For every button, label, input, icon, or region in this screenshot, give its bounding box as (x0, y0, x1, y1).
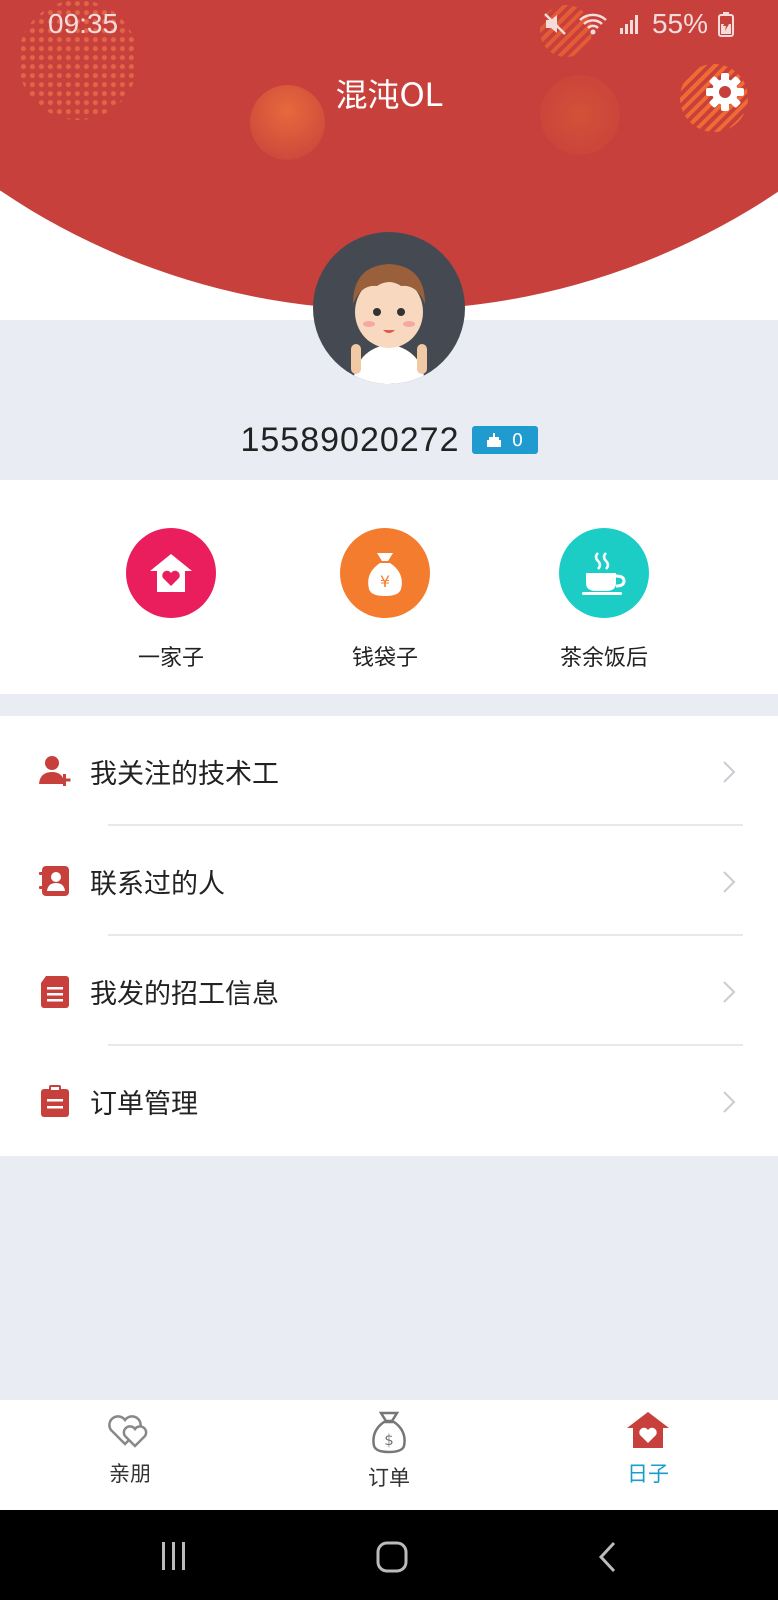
avatar-illustration (351, 264, 427, 384)
tab-label: 日子 (627, 1462, 669, 1486)
tab-friends[interactable]: 亲朋 (70, 1410, 190, 1488)
tab-label: 亲朋 (109, 1462, 151, 1486)
badge-count: 0 (511, 429, 524, 451)
recent-apps-icon[interactable] (158, 1540, 190, 1572)
menu-item-label: 我发的招工信息 (90, 979, 279, 1010)
status-bar: 09:35 55% (0, 0, 778, 50)
svg-text:¥: ¥ (380, 572, 390, 591)
contact-card-icon (39, 866, 69, 896)
svg-text:$: $ (384, 1431, 394, 1449)
menu-item-my-job-posts[interactable]: 我发的招工信息 (0, 936, 778, 1046)
profile-info: 15589020272 0 (0, 418, 778, 462)
status-icons: 55% (542, 8, 734, 40)
money-bag-icon: ¥ (340, 528, 430, 618)
battery-icon (718, 12, 734, 37)
document-icon (41, 976, 69, 1008)
menu-item-order-management[interactable]: 订单管理 (0, 1046, 778, 1156)
level-badge[interactable]: 0 (471, 426, 538, 454)
quick-link-label: 钱袋子 (351, 646, 418, 671)
system-nav-bar (0, 1510, 778, 1600)
gear-icon[interactable] (703, 70, 747, 114)
quick-links: 一家子 ¥ 钱袋子 茶余饭后 (0, 480, 778, 694)
mute-icon (544, 13, 566, 35)
tab-days[interactable]: 日子 (588, 1410, 708, 1488)
wifi-icon (579, 13, 607, 35)
back-icon[interactable] (596, 1540, 620, 1574)
chevron-right-icon (723, 981, 736, 1003)
coffee-cup-icon (559, 528, 649, 618)
menu-item-contacted[interactable]: 联系过的人 (0, 826, 778, 936)
quick-link-family[interactable]: 一家子 (81, 528, 261, 672)
money-bag-outline-icon: $ (372, 1411, 406, 1454)
avatar[interactable] (313, 232, 465, 384)
battery-percent: 55% (651, 8, 708, 39)
home-icon[interactable] (375, 1540, 409, 1574)
menu-item-label: 联系过的人 (90, 869, 225, 900)
page-title: 混沌OL (335, 76, 443, 114)
hearts-icon (108, 1415, 148, 1448)
menu-item-followed-workers[interactable]: 我关注的技术工 (0, 716, 778, 826)
signal-icon (619, 15, 638, 34)
quick-link-wallet[interactable]: ¥ 钱袋子 (295, 528, 475, 672)
home-heart-icon (627, 1412, 669, 1448)
chevron-right-icon (723, 871, 736, 893)
quick-link-label: 茶余饭后 (559, 646, 648, 671)
tab-label: 订单 (368, 1466, 410, 1490)
bottom-tab-bar: 亲朋 $ 订单 日子 (0, 1400, 778, 1510)
user-add-icon (39, 756, 71, 786)
quick-link-label: 一家子 (137, 646, 204, 671)
phone-number: 15589020272 (240, 420, 460, 459)
chevron-right-icon (723, 761, 736, 783)
house-heart-icon (126, 528, 216, 618)
menu-item-label: 我关注的技术工 (90, 759, 279, 790)
tab-orders[interactable]: $ 订单 (329, 1410, 449, 1492)
menu-item-label: 订单管理 (90, 1089, 198, 1120)
menu-list: 我关注的技术工 联系过的人 我发的招工信息 订单管理 (0, 716, 778, 1156)
quick-link-leisure[interactable]: 茶余饭后 (514, 528, 694, 672)
clipboard-icon (41, 1085, 69, 1117)
chevron-right-icon (723, 1091, 736, 1113)
cake-icon (486, 433, 501, 447)
status-time: 09:35 (48, 8, 119, 39)
